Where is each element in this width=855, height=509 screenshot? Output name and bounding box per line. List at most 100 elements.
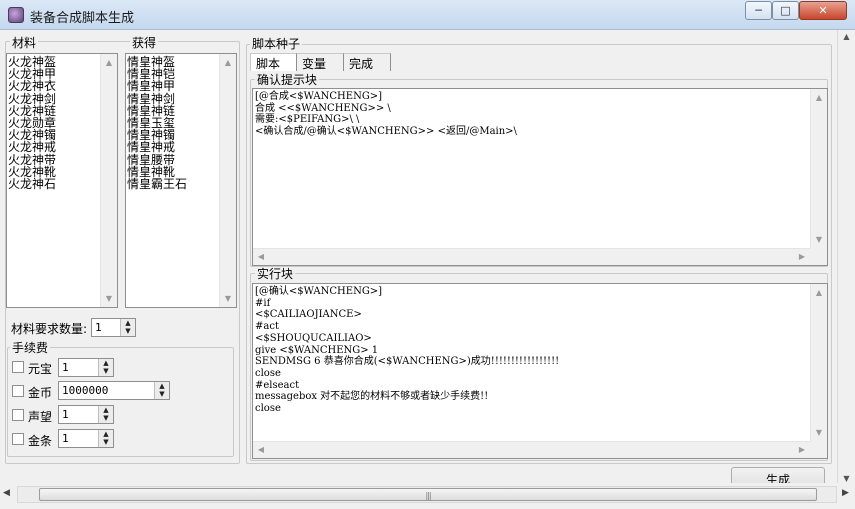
spin-down-icon[interactable]: ▼: [155, 390, 169, 398]
fee-prestige-label: 声望: [28, 410, 53, 424]
scroll-up-icon[interactable]: ▲: [811, 89, 827, 106]
exec-block-line[interactable]: #if: [255, 298, 559, 310]
exec-block-line[interactable]: SENDMSG 6 恭喜你合成(<$WANCHENG>)成功!!!!!!!!!!…: [255, 356, 559, 368]
obtained-list-item[interactable]: 情皇神甲: [127, 80, 187, 92]
materials-list-item[interactable]: 火龙神带: [8, 153, 56, 165]
fee-goldbar-checkbox[interactable]: [12, 433, 24, 445]
scroll-right-icon[interactable]: ▶: [794, 442, 810, 458]
fee-gold-checkbox[interactable]: [12, 385, 24, 397]
spin-down-icon[interactable]: ▼: [99, 438, 113, 446]
obtained-list-item[interactable]: 情皇神戒: [127, 141, 187, 153]
materials-list-item[interactable]: 火龙神衣: [8, 80, 56, 92]
spin-up-icon[interactable]: ▲: [155, 382, 169, 390]
material-quantity-spinner[interactable]: 1 ▲ ▼: [91, 318, 136, 337]
scroll-up-icon[interactable]: ▲: [811, 284, 827, 301]
exec-block-line[interactable]: give <$WANCHENG> 1: [255, 345, 559, 357]
fee-yuanbao-spinner[interactable]: 1 ▲ ▼: [58, 358, 114, 377]
exec-block-line[interactable]: close: [255, 403, 559, 415]
spin-down-icon[interactable]: ▼: [99, 414, 113, 422]
confirm-block-line[interactable]: [@合成<$WANCHENG>]: [255, 91, 517, 103]
scroll-up-icon[interactable]: ▲: [838, 32, 855, 41]
materials-list-item[interactable]: 火龙神石: [8, 178, 56, 190]
exec-block-line[interactable]: messagebox 对不起您的材料不够或者缺少手续费!!: [255, 391, 559, 403]
materials-items: 火龙神盔 火龙神甲 火龙神衣 火龙神剑 火龙神链 火龙勋章 火龙神镯 火龙神戒 火龙神带 火龙神靴…: [8, 56, 56, 190]
exec-block-line[interactable]: close: [255, 368, 559, 380]
fee-prestige-checkbox[interactable]: [12, 409, 24, 421]
spin-up-icon[interactable]: ▲: [99, 359, 113, 367]
scroll-left-icon[interactable]: ◀: [253, 249, 269, 265]
fee-goldbar-spinner[interactable]: 1 ▲ ▼: [58, 429, 114, 448]
exec-hscroll[interactable]: ◀ ▶: [253, 441, 810, 458]
main-vscroll[interactable]: ▲ ▼: [837, 30, 855, 485]
fee-prestige-value: 1: [62, 408, 69, 421]
exec-vscroll[interactable]: ▲ ▼: [810, 284, 827, 441]
tab-finish[interactable]: 完成: [344, 53, 391, 71]
scroll-left-icon[interactable]: ◀: [253, 442, 269, 458]
spin-up-icon[interactable]: ▲: [99, 406, 113, 414]
fees-label: 手续费: [10, 341, 51, 355]
fee-gold-spinner[interactable]: 1000000 ▲ ▼: [58, 381, 170, 400]
fee-prestige-spinner[interactable]: 1 ▲ ▼: [58, 405, 114, 424]
obtained-list[interactable]: 情皇神盔 情皇神铠 情皇神甲 情皇神剑 情皇神链 情皇玉玺 情皇神镯 情皇神戒 情皇腰带 情皇神靴…: [125, 53, 237, 308]
exec-block-line[interactable]: [@确认<$WANCHENG>]: [255, 286, 559, 298]
spinner-buttons[interactable]: ▲ ▼: [154, 382, 169, 399]
fee-yuanbao-checkbox[interactable]: [12, 361, 24, 373]
scroll-down-icon[interactable]: ▼: [811, 424, 827, 441]
scroll-down-icon[interactable]: ▼: [101, 290, 117, 307]
grip-icon: |||: [425, 491, 431, 500]
confirm-block-lines: [@合成<$WANCHENG>] 合成 <<$WANCHENG>> \ 需要:<$P…: [255, 91, 517, 138]
scroll-down-icon[interactable]: ▼: [220, 290, 236, 307]
confirm-block-editor[interactable]: [@合成<$WANCHENG>] 合成 <<$WANCHENG>> \ 需要:<$P…: [252, 88, 828, 266]
scroll-down-icon[interactable]: ▼: [811, 231, 827, 248]
confirm-block-line[interactable]: <确认合成/@确认<$WANCHENG>> <返回/@Main>\: [255, 126, 517, 138]
scroll-up-icon[interactable]: ▲: [101, 54, 117, 71]
window-title: 装备合成脚本生成: [30, 11, 135, 26]
obtained-list-item[interactable]: 情皇腰带: [127, 153, 187, 165]
materials-list-item[interactable]: 火龙神戒: [8, 141, 56, 153]
materials-list[interactable]: 火龙神盔 火龙神甲 火龙神衣 火龙神剑 火龙神链 火龙勋章 火龙神镯 火龙神戒 火龙神带 火龙神靴…: [6, 53, 118, 308]
spinner-buttons[interactable]: ▲ ▼: [98, 359, 113, 376]
scroll-down-icon[interactable]: ▼: [838, 474, 855, 483]
minimize-button[interactable]: ─: [745, 1, 772, 20]
confirm-block-line[interactable]: 需要:<$PEIFANG>\ \: [255, 114, 517, 126]
app-icon: [8, 7, 24, 23]
exec-block-line[interactable]: #act: [255, 321, 559, 333]
confirm-hscroll[interactable]: ◀ ▶: [253, 248, 810, 265]
exec-block-line[interactable]: #elseact: [255, 380, 559, 392]
tab-variables[interactable]: 变量: [297, 53, 344, 71]
obtained-items: 情皇神盔 情皇神铠 情皇神甲 情皇神剑 情皇神链 情皇玉玺 情皇神镯 情皇神戒 情皇腰带 情皇神靴…: [127, 56, 187, 190]
materials-list-item[interactable]: 火龙神剑: [8, 92, 56, 104]
confirm-vscroll[interactable]: ▲ ▼: [810, 89, 827, 248]
spinner-buttons[interactable]: ▲ ▼: [98, 430, 113, 447]
close-button[interactable]: ✕: [799, 1, 847, 20]
tab-script[interactable]: 脚本: [250, 53, 297, 71]
spin-down-icon[interactable]: ▼: [99, 367, 113, 375]
exec-block-lines: [@确认<$WANCHENG>] #if <$CAILIAOJIANCE> #act <…: [255, 286, 559, 415]
exec-block-label: 实行块: [255, 267, 296, 281]
materials-scrollbar[interactable]: ▲ ▼: [100, 54, 117, 307]
obtained-scrollbar[interactable]: ▲ ▼: [219, 54, 236, 307]
main-hscroll-thumb[interactable]: |||: [39, 488, 817, 501]
confirm-block-line[interactable]: 合成 <<$WANCHENG>> \: [255, 103, 517, 115]
scroll-up-icon[interactable]: ▲: [220, 54, 236, 71]
obtained-list-item[interactable]: 情皇霸王石: [127, 178, 187, 190]
exec-block-line[interactable]: <$SHOUQUCAILIAO>: [255, 333, 559, 345]
spinner-buttons[interactable]: ▲ ▼: [98, 406, 113, 423]
exec-block-line[interactable]: <$CAILIAOJIANCE>: [255, 309, 559, 321]
main-hscroll[interactable]: |||: [17, 486, 837, 503]
scroll-right-icon[interactable]: ▶: [794, 249, 810, 265]
scroll-left-icon[interactable]: ◀: [3, 488, 10, 498]
scroll-corner: [810, 248, 827, 265]
script-seed-label: 脚本种子: [250, 37, 303, 51]
exec-block-editor[interactable]: [@确认<$WANCHENG>] #if <$CAILIAOJIANCE> #act <…: [252, 283, 828, 459]
fee-goldbar-label: 金条: [28, 434, 53, 448]
obtained-list-item[interactable]: 情皇神剑: [127, 92, 187, 104]
fee-goldbar-value: 1: [62, 432, 69, 445]
spin-down-icon[interactable]: ▼: [121, 327, 135, 335]
scroll-right-icon[interactable]: ▶: [842, 488, 849, 498]
spin-up-icon[interactable]: ▲: [121, 319, 135, 327]
spin-up-icon[interactable]: ▲: [99, 430, 113, 438]
spinner-buttons[interactable]: ▲ ▼: [120, 319, 135, 336]
fee-gold-value: 1000000: [62, 384, 109, 397]
maximize-button[interactable]: □: [772, 1, 799, 20]
